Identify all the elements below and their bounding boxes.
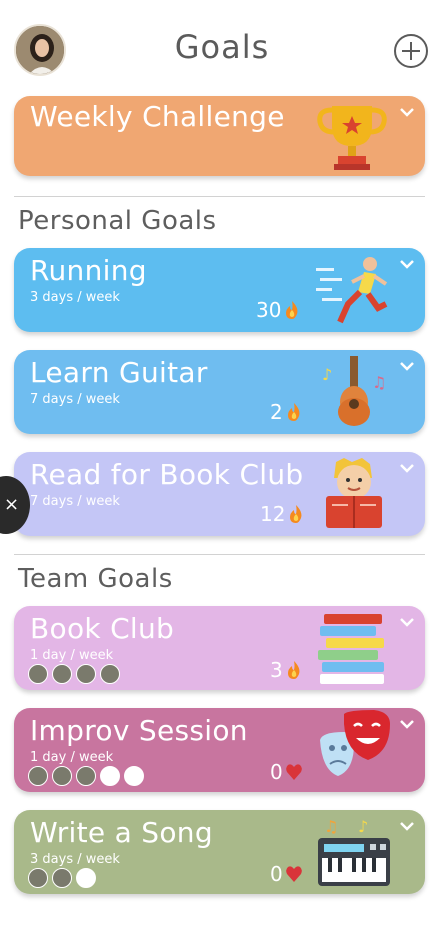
goal-card-read-for-book-club[interactable]: Read for Book Club 7 days / week 12 — [14, 452, 425, 536]
member-avatar[interactable] — [76, 664, 96, 684]
member-avatar[interactable] — [52, 868, 72, 888]
card-title: Improv Session — [30, 714, 248, 747]
card-title: Weekly Challenge — [30, 100, 285, 133]
member-avatar[interactable] — [28, 664, 48, 684]
goal-card-running[interactable]: Running 3 days / week 30 — [14, 248, 425, 332]
member-avatar[interactable] — [76, 766, 96, 786]
theater-masks-illustration — [320, 710, 390, 776]
weekly-challenge-card[interactable]: Weekly Challenge — [14, 96, 425, 176]
card-frequency: 3 days / week — [30, 852, 120, 867]
add-goal-button[interactable] — [394, 34, 428, 68]
app-header: Goals — [0, 0, 444, 96]
runner-illustration — [316, 257, 388, 324]
member-slot-empty[interactable] — [76, 868, 96, 888]
streak-count: 0 — [270, 760, 303, 784]
card-title: Write a Song — [30, 816, 213, 849]
chevron-down-icon[interactable] — [399, 460, 415, 476]
card-frequency: 1 day / week — [30, 750, 114, 765]
streak-count: 0 — [270, 862, 303, 886]
chevron-down-icon[interactable] — [399, 358, 415, 374]
streak-count: 12 — [260, 502, 305, 526]
divider — [14, 554, 425, 555]
card-title: Book Club — [30, 612, 175, 645]
goal-card-improv-session[interactable]: Improv Session 1 day / week 0 — [14, 708, 425, 792]
member-avatar[interactable] — [28, 868, 48, 888]
flame-icon — [287, 403, 300, 421]
streak-count: 30 — [256, 298, 301, 322]
member-avatar[interactable] — [28, 766, 48, 786]
member-avatars — [28, 766, 144, 786]
flame-icon — [286, 301, 298, 319]
goal-card-learn-guitar[interactable]: Learn Guitar 7 days / week 2 ♪ ♫ — [14, 350, 425, 434]
goal-card-write-a-song[interactable]: Write a Song 3 days / week 0 ♫ ♪ — [14, 810, 425, 894]
member-avatar[interactable] — [52, 766, 72, 786]
member-avatar[interactable] — [52, 664, 72, 684]
card-frequency: 7 days / week — [30, 392, 120, 407]
goal-card-book-club[interactable]: Book Club 1 day / week 3 — [14, 606, 425, 690]
keyboard-illustration: ♫ ♪ — [318, 817, 390, 886]
flame-icon — [290, 505, 302, 523]
trophy-icon — [317, 106, 387, 170]
reading-child-illustration — [326, 458, 382, 528]
card-title: Read for Book Club — [30, 458, 304, 491]
member-avatar[interactable] — [100, 664, 120, 684]
member-avatars — [28, 868, 96, 888]
chevron-down-icon[interactable] — [399, 256, 415, 272]
svg-text:♪: ♪ — [322, 365, 332, 384]
card-frequency: 7 days / week — [30, 494, 120, 509]
heart-icon — [285, 866, 302, 882]
svg-text:♫: ♫ — [324, 817, 338, 836]
page-title: Goals — [174, 28, 270, 66]
section-title-personal: Personal Goals — [18, 206, 217, 236]
heart-icon — [285, 764, 302, 780]
card-frequency: 1 day / week — [30, 648, 114, 663]
close-icon: × — [4, 494, 20, 515]
member-slot-empty[interactable] — [100, 766, 120, 786]
chevron-down-icon[interactable] — [399, 716, 415, 732]
section-title-team: Team Goals — [18, 564, 173, 594]
divider — [14, 196, 425, 197]
flame-icon — [287, 661, 300, 679]
card-frequency: 3 days / week — [30, 290, 120, 305]
member-avatars — [28, 664, 120, 684]
streak-count: 2 — [270, 400, 303, 424]
guitar-illustration: ♪ ♫ — [322, 356, 386, 426]
card-title: Learn Guitar — [30, 356, 208, 389]
member-slot-empty[interactable] — [124, 766, 144, 786]
chevron-down-icon[interactable] — [399, 104, 415, 120]
card-title: Running — [30, 254, 147, 287]
chevron-down-icon[interactable] — [399, 818, 415, 834]
svg-text:♫: ♫ — [372, 373, 386, 392]
streak-count: 3 — [270, 658, 303, 682]
svg-text:♪: ♪ — [358, 817, 368, 836]
book-stack-illustration — [318, 614, 384, 684]
chevron-down-icon[interactable] — [399, 614, 415, 630]
